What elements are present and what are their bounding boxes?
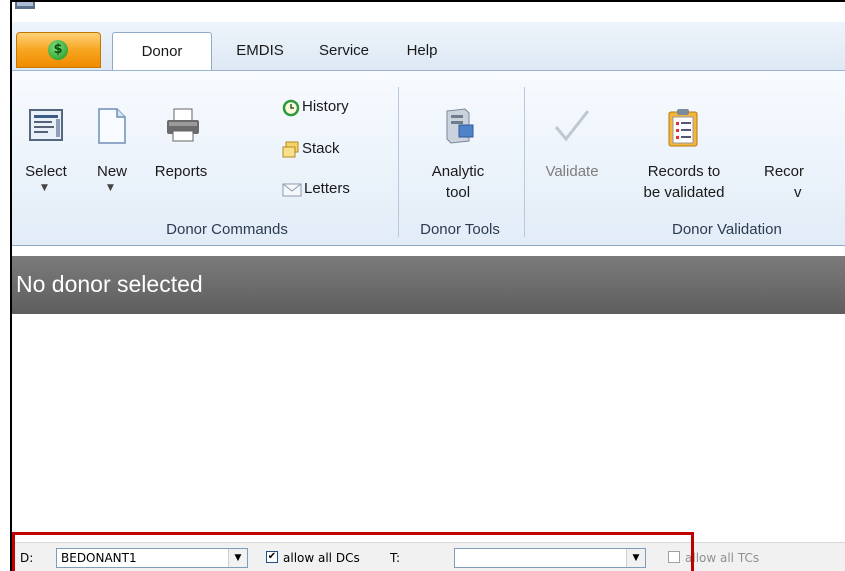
stack-icon — [282, 141, 299, 158]
group-donor-validation: Donor Validation — [672, 221, 782, 238]
tab-help[interactable]: Help — [392, 32, 452, 70]
checkmark-icon — [554, 110, 590, 142]
highlight-box — [12, 532, 694, 571]
select-icon — [29, 109, 63, 141]
chevron-down-icon: ▼ — [107, 183, 114, 193]
history-label: History — [302, 98, 349, 115]
envelope-icon — [282, 183, 302, 197]
tab-emdis[interactable]: EMDIS — [224, 32, 296, 70]
records-cutoff-button[interactable]: Recor v — [756, 107, 845, 213]
history-button[interactable]: History — [282, 95, 390, 121]
new-label: New — [96, 163, 127, 180]
select-button[interactable]: Select ▼ — [16, 107, 76, 197]
new-button[interactable]: New ▼ — [84, 107, 140, 197]
records-cutoff-label: Recor v — [764, 163, 805, 201]
tab-service[interactable]: Service — [304, 32, 384, 70]
new-document-icon — [98, 108, 126, 144]
page-title: No donor selected — [16, 271, 203, 297]
content-area — [12, 314, 845, 534]
allow-all-tcs-label: allow all TCs — [685, 551, 760, 565]
analytic-tool-label: Analytic tool — [431, 163, 485, 201]
dollar-icon: $ — [48, 40, 68, 60]
chevron-down-icon: ▼ — [41, 183, 48, 193]
ribbon-panel: Select ▼ New ▼ Reports History Stack Let… — [12, 70, 845, 246]
group-divider — [524, 87, 525, 237]
clipboard-icon — [668, 109, 698, 147]
group-donor-commands: Donor Commands — [166, 221, 288, 238]
donor-header: No donor selected — [12, 256, 845, 314]
group-donor-tools: Donor Tools — [420, 221, 500, 238]
analytic-tool-button[interactable]: Analytic tool — [404, 107, 512, 213]
tab-donor[interactable]: Donor — [112, 32, 212, 70]
stack-label: Stack — [302, 140, 340, 157]
stack-button[interactable]: Stack — [282, 137, 390, 163]
validate-label: Validate — [545, 163, 599, 180]
select-label: Select — [25, 163, 67, 180]
records-to-be-validated-button[interactable]: Records to be validated — [622, 107, 746, 213]
app-window: $ Donor EMDIS Service Help Select ▼ New … — [10, 0, 845, 571]
reports-label: Reports — [154, 163, 208, 180]
reports-button[interactable]: Reports — [146, 107, 216, 197]
app-icon — [15, 2, 35, 9]
application-menu-button[interactable]: $ — [16, 32, 101, 68]
letters-label: Letters — [304, 180, 350, 197]
printer-icon — [167, 108, 199, 142]
group-divider — [398, 87, 399, 237]
title-strip — [12, 2, 845, 22]
server-icon — [446, 108, 474, 144]
history-icon — [282, 99, 300, 117]
records-to-be-validated-label: Records to be validated — [643, 163, 725, 201]
letters-button[interactable]: Letters — [282, 177, 390, 203]
validate-button[interactable]: Validate — [530, 107, 614, 197]
